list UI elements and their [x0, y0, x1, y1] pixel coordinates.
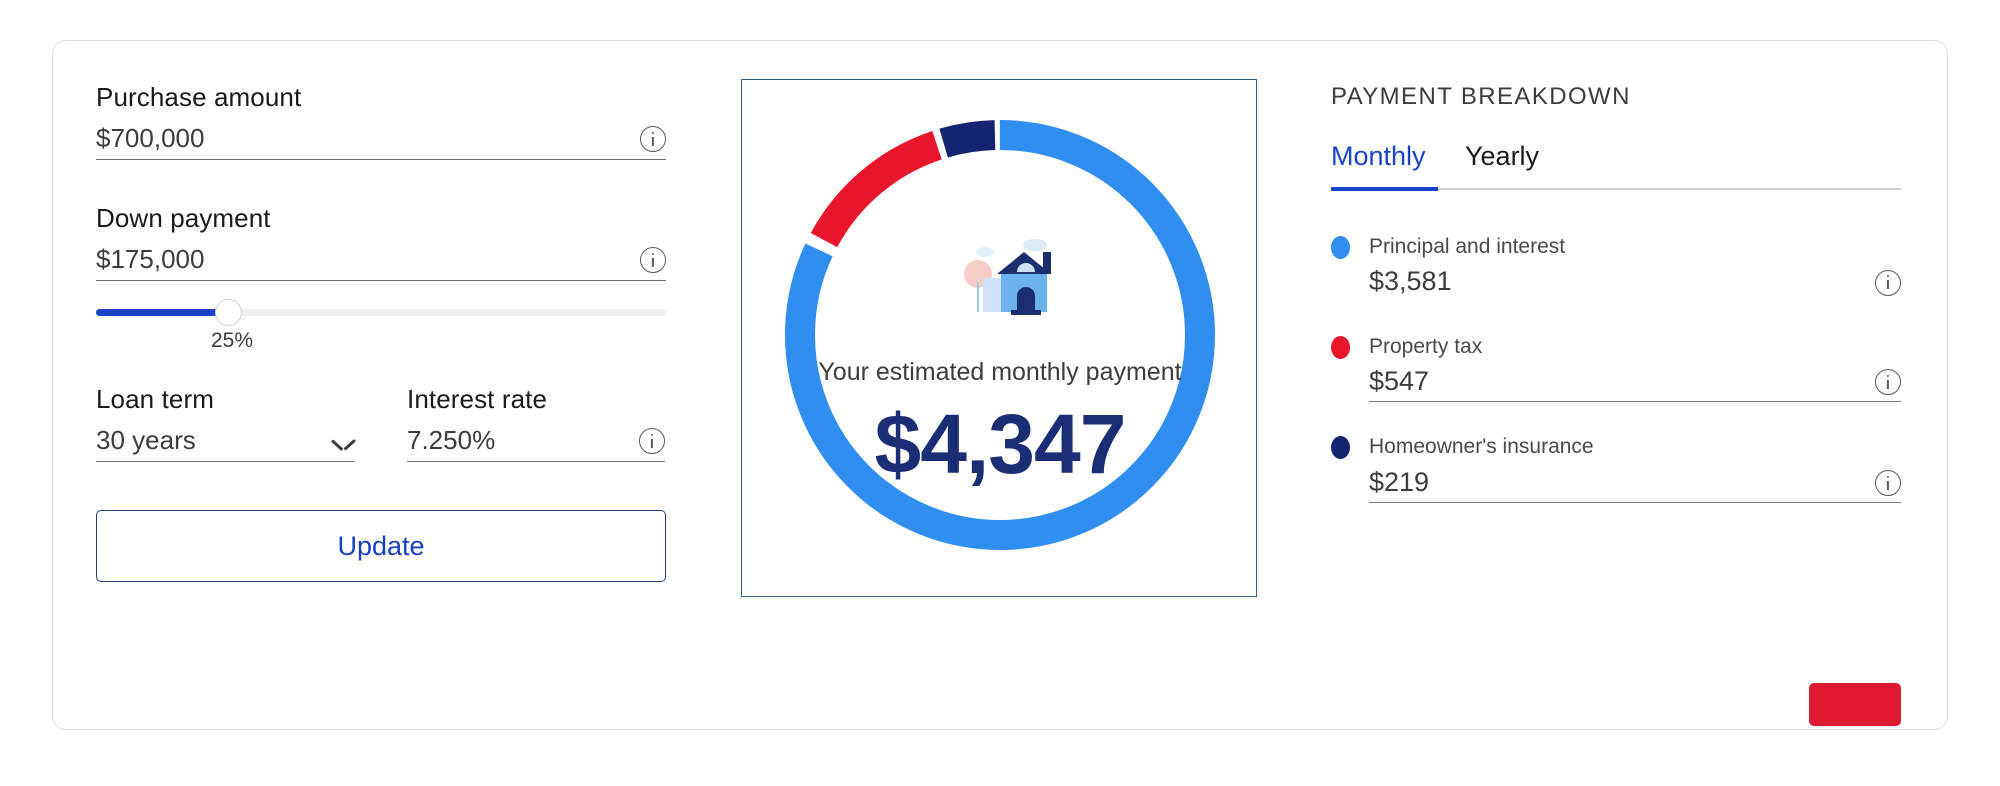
loan-term-field: Loan term 30 years — [96, 384, 354, 463]
legend-value-homeowners-insurance[interactable]: $219 — [1369, 466, 1429, 498]
slider-fill — [96, 309, 221, 317]
payment-breakdown-title: PAYMENT BREAKDOWN — [1331, 83, 1631, 110]
tabs-active-indicator — [1331, 187, 1438, 191]
chevron-down-icon[interactable] — [332, 437, 354, 450]
down-payment-input[interactable]: $175,000 — [96, 243, 204, 276]
purchase-amount-label: Purchase amount — [96, 82, 302, 112]
interest-rate-label: Interest rate — [407, 384, 548, 415]
payment-donut-chart-box: Your estimated monthly payment $4,347 — [741, 79, 1257, 597]
slider-thumb[interactable] — [215, 299, 242, 327]
loan-term-select[interactable]: 30 years — [96, 424, 354, 463]
estimated-monthly-payment-amount: $4,347 — [874, 397, 1127, 491]
legend-item-property-tax: Property tax $547 — [1331, 333, 1901, 403]
purchase-amount-input[interactable]: $700,000 — [96, 122, 204, 155]
slider-percent-label: 25% — [210, 329, 254, 353]
cta-button[interactable] — [1809, 683, 1901, 726]
legend-row-homeowners-insurance[interactable]: $219 — [1369, 466, 1901, 504]
principal-and-interest-info-icon[interactable] — [1875, 269, 1901, 296]
homeowners-insurance-info-icon[interactable] — [1875, 470, 1901, 497]
legend-label-principal-and-interest: Principal and interest — [1369, 235, 1566, 258]
breakdown-legend: Principal and interest $3,581 Property t… — [1331, 233, 1901, 504]
property-tax-info-icon[interactable] — [1875, 369, 1901, 396]
legend-label-homeowners-insurance: Homeowner's insurance — [1369, 435, 1594, 459]
legend-row-property-tax[interactable]: $547 — [1369, 365, 1901, 403]
interest-rate-field: Interest rate 7.250% — [407, 384, 665, 463]
down-payment-info-icon[interactable] — [640, 247, 666, 274]
purchase-amount-info-icon[interactable] — [640, 126, 666, 153]
house-illustration — [955, 230, 1065, 322]
update-button[interactable]: Update — [96, 510, 666, 583]
term-and-rate-row: Loan term 30 years Interest rate 7.250% — [96, 384, 666, 463]
down-payment-slider[interactable]: 25% — [96, 299, 666, 352]
legend-value-property-tax[interactable]: $547 — [1369, 365, 1429, 397]
mortgage-calculator-card: Purchase amount $700,000 Down payment $1… — [52, 40, 1948, 730]
down-payment-label: Down payment — [96, 203, 271, 234]
payment-donut-chart: Your estimated monthly payment $4,347 — [770, 105, 1230, 565]
donut-caption: Your estimated monthly payment — [818, 358, 1182, 386]
breakdown-tabs: Monthly Yearly — [1331, 141, 1901, 197]
purchase-amount-input-row[interactable]: $700,000 — [96, 122, 666, 161]
purchase-amount-field: Purchase amount $700,000 — [96, 82, 666, 161]
interest-rate-info-icon[interactable] — [639, 428, 665, 455]
payment-breakdown-panel: PAYMENT BREAKDOWN Monthly Yearly Princip… — [1331, 83, 1901, 726]
legend-item-principal-and-interest: Principal and interest $3,581 — [1331, 233, 1901, 302]
tab-monthly[interactable]: Monthly — [1331, 141, 1426, 172]
legend-dot-principal-and-interest — [1331, 236, 1350, 259]
tab-yearly[interactable]: Yearly — [1465, 141, 1539, 172]
legend-dot-property-tax — [1331, 335, 1350, 359]
down-payment-field: Down payment $175,000 25% — [96, 203, 666, 352]
down-payment-input-row[interactable]: $175,000 — [96, 243, 666, 282]
legend-value-principal-and-interest[interactable]: $3,581 — [1369, 265, 1452, 297]
legend-label-property-tax: Property tax — [1369, 334, 1483, 358]
interest-rate-input[interactable]: 7.250% — [407, 424, 495, 457]
calculator-inputs: Purchase amount $700,000 Down payment $1… — [96, 82, 666, 583]
legend-row-principal-and-interest[interactable]: $3,581 — [1369, 265, 1901, 301]
interest-rate-input-row[interactable]: 7.250% — [407, 424, 665, 463]
legend-dot-homeowners-insurance — [1331, 436, 1350, 460]
legend-item-homeowners-insurance: Homeowner's insurance $219 — [1331, 433, 1901, 504]
loan-term-value: 30 years — [96, 424, 196, 455]
loan-term-label: Loan term — [96, 384, 214, 415]
